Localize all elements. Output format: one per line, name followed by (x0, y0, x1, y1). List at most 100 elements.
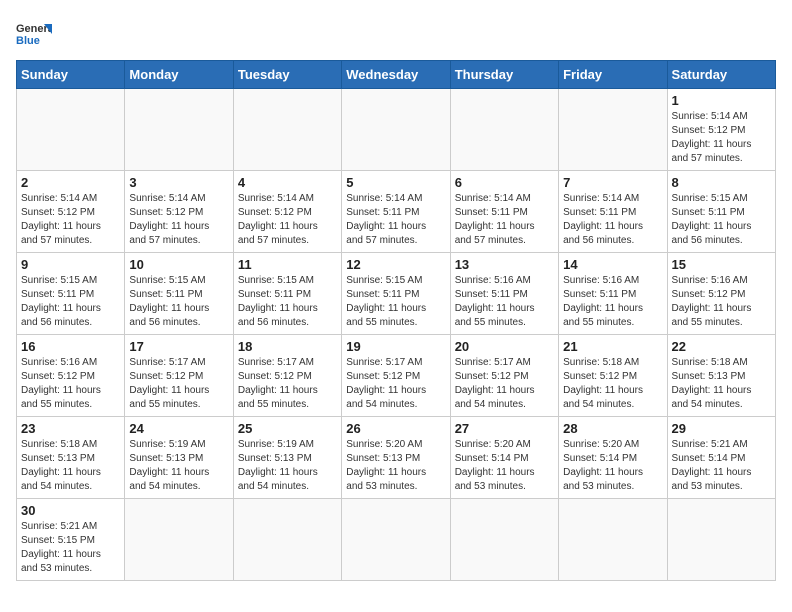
calendar-cell: 15 Sunrise: 5:16 AM Sunset: 5:12 PM Dayli… (667, 253, 775, 335)
calendar-cell: 17Sunrise: 5:17 AM Sunset: 5:12 PM Dayli… (125, 335, 233, 417)
header: General Blue (16, 16, 776, 52)
calendar-cell: 4Sunrise: 5:14 AM Sunset: 5:12 PM Daylig… (233, 171, 341, 253)
calendar-cell: 3Sunrise: 5:14 AM Sunset: 5:12 PM Daylig… (125, 171, 233, 253)
calendar-cell: 27 Sunrise: 5:20 AM Sunset: 5:14 PM Dayli… (450, 417, 558, 499)
day-number: 10 (129, 257, 228, 272)
calendar-cell: 2 Sunrise: 5:14 AM Sunset: 5:12 PM Daylig… (17, 171, 125, 253)
weekday-header: Tuesday (233, 61, 341, 89)
day-info: Sunrise: 5:17 AM Sunset: 5:12 PM Dayligh… (346, 356, 445, 412)
weekday-header: Friday (559, 61, 667, 89)
calendar-cell (450, 499, 558, 581)
day-number: 25 (238, 421, 337, 436)
calendar-cell (559, 89, 667, 171)
day-info: Sunrise: 5:16 AM Sunset: 5:12 PM Dayligh… (672, 274, 771, 330)
calendar-table: SundayMondayTuesdayWednesdayThursdayFrid… (16, 60, 776, 581)
day-number: 22 (672, 339, 771, 354)
calendar-cell (342, 499, 450, 581)
calendar-cell: 8 Sunrise: 5:15 AM Sunset: 5:11 PM Daylig… (667, 171, 775, 253)
calendar-cell (233, 89, 341, 171)
weekday-header: Monday (125, 61, 233, 89)
calendar-cell: 13Sunrise: 5:16 AM Sunset: 5:11 PM Dayli… (450, 253, 558, 335)
calendar-cell: 26 Sunrise: 5:20 AM Sunset: 5:13 PM Dayli… (342, 417, 450, 499)
calendar-cell: 10 Sunrise: 5:15 AM Sunset: 5:11 PM Dayli… (125, 253, 233, 335)
weekday-header: Wednesday (342, 61, 450, 89)
calendar-row: 9 Sunrise: 5:15 AM Sunset: 5:11 PM Daylig… (17, 253, 776, 335)
calendar-cell: 29Sunrise: 5:21 AM Sunset: 5:14 PM Dayli… (667, 417, 775, 499)
day-info: Sunrise: 5:17 AM Sunset: 5:12 PM Dayligh… (455, 356, 554, 412)
day-info: Sunrise: 5:15 AM Sunset: 5:11 PM Dayligh… (129, 274, 228, 330)
day-info: Sunrise: 5:14 AM Sunset: 5:12 PM Dayligh… (672, 110, 771, 166)
day-number: 8 (672, 175, 771, 190)
day-number: 9 (21, 257, 120, 272)
day-info: Sunrise: 5:16 AM Sunset: 5:11 PM Dayligh… (563, 274, 662, 330)
logo-icon: General Blue (16, 16, 52, 52)
day-number: 16 (21, 339, 120, 354)
day-number: 30 (21, 503, 120, 518)
day-number: 3 (129, 175, 228, 190)
day-number: 6 (455, 175, 554, 190)
day-info: Sunrise: 5:15 AM Sunset: 5:11 PM Dayligh… (672, 192, 771, 248)
day-info: Sunrise: 5:20 AM Sunset: 5:13 PM Dayligh… (346, 438, 445, 494)
day-info: Sunrise: 5:16 AM Sunset: 5:12 PM Dayligh… (21, 356, 120, 412)
calendar-cell: 24Sunrise: 5:19 AM Sunset: 5:13 PM Dayli… (125, 417, 233, 499)
day-number: 20 (455, 339, 554, 354)
day-number: 14 (563, 257, 662, 272)
day-number: 23 (21, 421, 120, 436)
calendar-cell (17, 89, 125, 171)
day-number: 27 (455, 421, 554, 436)
calendar-row: 1 Sunrise: 5:14 AM Sunset: 5:12 PM Daylig… (17, 89, 776, 171)
calendar-cell: 21 Sunrise: 5:18 AM Sunset: 5:12 PM Dayli… (559, 335, 667, 417)
weekday-header: Thursday (450, 61, 558, 89)
calendar-cell (559, 499, 667, 581)
calendar-row: 30 Sunrise: 5:21 AM Sunset: 5:15 PM Dayli… (17, 499, 776, 581)
day-number: 5 (346, 175, 445, 190)
day-info: Sunrise: 5:21 AM Sunset: 5:15 PM Dayligh… (21, 520, 120, 576)
day-number: 26 (346, 421, 445, 436)
day-info: Sunrise: 5:17 AM Sunset: 5:12 PM Dayligh… (238, 356, 337, 412)
day-number: 15 (672, 257, 771, 272)
calendar-cell: 9 Sunrise: 5:15 AM Sunset: 5:11 PM Daylig… (17, 253, 125, 335)
day-number: 28 (563, 421, 662, 436)
day-number: 1 (672, 93, 771, 108)
calendar-cell: 7Sunrise: 5:14 AM Sunset: 5:11 PM Daylig… (559, 171, 667, 253)
calendar-row: 16 Sunrise: 5:16 AM Sunset: 5:12 PM Dayli… (17, 335, 776, 417)
day-info: Sunrise: 5:14 AM Sunset: 5:11 PM Dayligh… (346, 192, 445, 248)
calendar-cell: 5 Sunrise: 5:14 AM Sunset: 5:11 PM Daylig… (342, 171, 450, 253)
day-info: Sunrise: 5:20 AM Sunset: 5:14 PM Dayligh… (455, 438, 554, 494)
calendar-row: 2 Sunrise: 5:14 AM Sunset: 5:12 PM Daylig… (17, 171, 776, 253)
calendar-cell: 28Sunrise: 5:20 AM Sunset: 5:14 PM Dayli… (559, 417, 667, 499)
day-number: 19 (346, 339, 445, 354)
day-number: 18 (238, 339, 337, 354)
calendar-cell: 25 Sunrise: 5:19 AM Sunset: 5:13 PM Dayli… (233, 417, 341, 499)
day-info: Sunrise: 5:15 AM Sunset: 5:11 PM Dayligh… (21, 274, 120, 330)
calendar-cell: 6Sunrise: 5:14 AM Sunset: 5:11 PM Daylig… (450, 171, 558, 253)
calendar-cell (450, 89, 558, 171)
calendar-cell: 18 Sunrise: 5:17 AM Sunset: 5:12 PM Dayli… (233, 335, 341, 417)
day-number: 21 (563, 339, 662, 354)
calendar-cell: 19 Sunrise: 5:17 AM Sunset: 5:12 PM Dayli… (342, 335, 450, 417)
calendar-cell: 30 Sunrise: 5:21 AM Sunset: 5:15 PM Dayli… (17, 499, 125, 581)
day-info: Sunrise: 5:15 AM Sunset: 5:11 PM Dayligh… (346, 274, 445, 330)
day-info: Sunrise: 5:14 AM Sunset: 5:12 PM Dayligh… (238, 192, 337, 248)
day-info: Sunrise: 5:14 AM Sunset: 5:12 PM Dayligh… (21, 192, 120, 248)
calendar-cell: 1 Sunrise: 5:14 AM Sunset: 5:12 PM Daylig… (667, 89, 775, 171)
day-info: Sunrise: 5:17 AM Sunset: 5:12 PM Dayligh… (129, 356, 228, 412)
calendar-cell (125, 89, 233, 171)
day-number: 13 (455, 257, 554, 272)
day-info: Sunrise: 5:18 AM Sunset: 5:13 PM Dayligh… (672, 356, 771, 412)
calendar-row: 23Sunrise: 5:18 AM Sunset: 5:13 PM Dayli… (17, 417, 776, 499)
day-info: Sunrise: 5:18 AM Sunset: 5:12 PM Dayligh… (563, 356, 662, 412)
day-info: Sunrise: 5:15 AM Sunset: 5:11 PM Dayligh… (238, 274, 337, 330)
calendar-cell: 20 Sunrise: 5:17 AM Sunset: 5:12 PM Dayli… (450, 335, 558, 417)
logo: General Blue (16, 16, 52, 52)
calendar-cell (125, 499, 233, 581)
calendar-cell: 22 Sunrise: 5:18 AM Sunset: 5:13 PM Dayli… (667, 335, 775, 417)
day-info: Sunrise: 5:19 AM Sunset: 5:13 PM Dayligh… (238, 438, 337, 494)
weekday-header: Sunday (17, 61, 125, 89)
calendar-cell: 11Sunrise: 5:15 AM Sunset: 5:11 PM Dayli… (233, 253, 341, 335)
calendar-cell: 16 Sunrise: 5:16 AM Sunset: 5:12 PM Dayli… (17, 335, 125, 417)
day-info: Sunrise: 5:21 AM Sunset: 5:14 PM Dayligh… (672, 438, 771, 494)
day-number: 2 (21, 175, 120, 190)
day-number: 24 (129, 421, 228, 436)
calendar-cell (233, 499, 341, 581)
